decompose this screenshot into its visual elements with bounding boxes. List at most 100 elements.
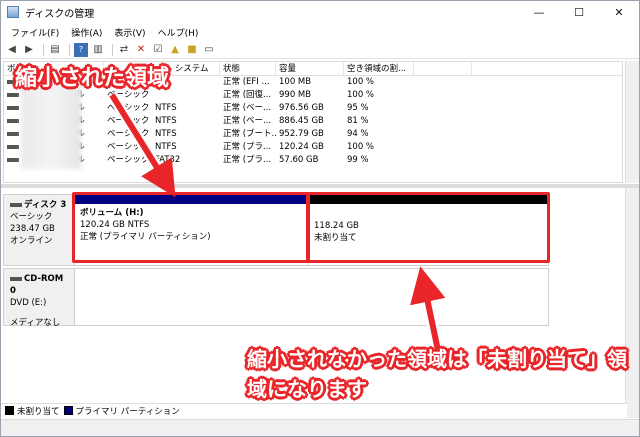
cell-type: ベーシック [107,155,150,165]
cell-free_pct: 95 % [347,103,369,113]
drive-icon [7,144,19,149]
table-row[interactable]: シンプルベーシックNTFS正常 (ブート...952.79 GB94 % [4,128,622,141]
unallocated-bar [309,195,547,204]
cell-free_pct: 100 % [347,142,375,152]
status-bar [1,419,639,436]
disk-state: オンライン [10,236,53,246]
table-row[interactable]: シンプルベーシックFAT32正常 (プラ...57.60 GB99 % [4,154,622,167]
back-icon[interactable]: ◀ [5,43,19,57]
cdrom-area [75,268,549,326]
partition-title: ボリューム (H:) [80,208,144,218]
cell-capacity: 886.45 GB [279,116,324,126]
panel2-icon[interactable]: ▥ [91,43,105,57]
cell-status: 正常 (ベー... [223,116,272,126]
cell-status: 正常 (回復... [223,90,272,100]
cell-status: 正常 (ブート... [223,129,276,139]
drive-icon [7,118,19,123]
volume-list-scrollbar[interactable] [625,61,639,183]
disk-kind: ベーシック [10,212,53,222]
folder-up-icon[interactable]: ▲ [168,43,182,57]
drive-icon [7,105,19,110]
disk-icon [10,202,22,207]
legend-swatch-primary [63,406,73,415]
unallocated-size: 118.24 GB [314,221,359,231]
partition-size: 120.24 GB NTFS [80,220,150,230]
cell-type: ベーシック [107,116,150,126]
maximize-button[interactable]: ☐ [559,1,599,23]
legend: 未割り当て プライマリ パーティション [1,403,627,417]
cell-fs: NTFS [155,142,177,152]
disk-management-icon [7,6,19,18]
disk-3-label[interactable]: ディスク 3 ベーシック 238.47 GB オンライン [3,194,75,266]
cdrom-label[interactable]: CD-ROM 0 DVD (E:) メディアなし [3,268,75,328]
cell-status: 正常 (EFI ... [223,77,270,87]
cell-capacity: 100 MB [279,77,312,87]
disk-name: ディスク 3 [24,200,67,210]
table-row[interactable]: シンプルベーシックNTFS正常 (ベー...886.45 GB81 % [4,115,622,128]
panel3-icon[interactable]: ▭ [202,43,216,57]
column-header-capacity[interactable]: 容量 [276,62,344,75]
table-row[interactable]: シンプルベーシックNTFS正常 (ベー...976.56 GB95 % [4,102,622,115]
window-title: ディスクの管理 [25,8,95,20]
drive-icon [7,131,19,136]
column-header-status[interactable]: 状態 [220,62,276,75]
primary-partition-bar [75,195,308,204]
legend-unallocated: 未割り当て [17,406,60,417]
cell-capacity: 57.60 GB [279,155,319,165]
minimize-button[interactable]: — [519,1,559,23]
cell-free_pct: 81 % [347,116,369,126]
panel-icon[interactable]: ▤ [48,43,62,57]
cell-fs: NTFS [155,103,177,113]
column-header-free-pct[interactable]: 空き領域の割... [344,62,414,75]
menu-view[interactable]: 表示(V) [108,26,151,39]
cell-fs: FAT32 [155,155,181,165]
help-icon[interactable]: ? [74,42,88,57]
legend-primary: プライマリ パーティション [75,406,180,417]
cdrom-drive: DVD (E:) [10,298,47,308]
connect-icon[interactable]: ⇄ [117,43,131,57]
drive-icon [7,157,19,162]
legend-swatch-unallocated [5,406,14,415]
menu-bar: ファイル(F) 操作(A) 表示(V) ヘルプ(H) [1,23,639,41]
menu-help[interactable]: ヘルプ(H) [152,26,205,39]
cell-type: ベーシック [107,129,150,139]
title-bar: ディスクの管理 — ☐ ✕ [1,1,639,23]
cell-capacity: 952.79 GB [279,129,324,139]
drive-icon [7,92,19,97]
cell-capacity: 976.56 GB [279,103,324,113]
cell-status: 正常 (ベー... [223,103,272,113]
column-header[interactable] [414,62,472,75]
cell-free_pct: 100 % [347,90,375,100]
annotation-not-shrunk: 縮小されなかった領域は「未割り当て」領域になります [247,347,627,401]
cell-capacity: 990 MB [279,90,312,100]
disk-size: 238.47 GB [10,224,55,234]
cell-status: 正常 (プラ... [223,155,272,165]
menu-action[interactable]: 操作(A) [65,26,108,39]
partition-volume-h[interactable]: ボリューム (H:) 120.24 GB NTFS 正常 (プライマリ パーティ… [75,195,309,265]
menu-file[interactable]: ファイル(F) [5,26,65,39]
cell-fs: NTFS [155,116,177,126]
table-row[interactable]: シンプルベーシックNTFS正常 (プラ...120.24 GB100 % [4,141,622,154]
disk-3-partitions: ボリューム (H:) 120.24 GB NTFS 正常 (プライマリ パーティ… [75,194,549,266]
delete-icon[interactable]: ✕ [134,43,148,57]
cell-free_pct: 100 % [347,77,375,87]
partition-status: 正常 (プライマリ パーティション) [80,232,211,242]
cdrom-media: メディアなし [10,318,61,328]
cell-type: ベーシック [107,142,150,152]
cell-status: 正常 (プラ... [223,142,272,152]
annotation-shrunk: 縮小された領域 [15,66,170,91]
cell-free_pct: 94 % [347,129,369,139]
cdrom-row: CD-ROM 0 DVD (E:) メディアなし [3,268,549,328]
unallocated-label: 未割り当て [314,233,357,243]
toolbar: ◀ ▶ ▤ ? ▥ ⇄ ✕ ☑ ▲ ■ ▭ [1,41,639,59]
forward-icon[interactable]: ▶ [22,43,36,57]
folder-icon[interactable]: ■ [185,43,199,57]
cell-capacity: 120.24 GB [279,142,324,152]
cdrom-icon [10,276,22,281]
cell-type: ベーシック [107,103,150,113]
close-button[interactable]: ✕ [599,1,639,23]
partition-unallocated[interactable]: 118.24 GB 未割り当て [309,195,547,265]
disk-3-row: ディスク 3 ベーシック 238.47 GB オンライン ボリューム (H:) … [3,194,549,266]
check-icon[interactable]: ☑ [151,43,165,57]
cell-free_pct: 99 % [347,155,369,165]
